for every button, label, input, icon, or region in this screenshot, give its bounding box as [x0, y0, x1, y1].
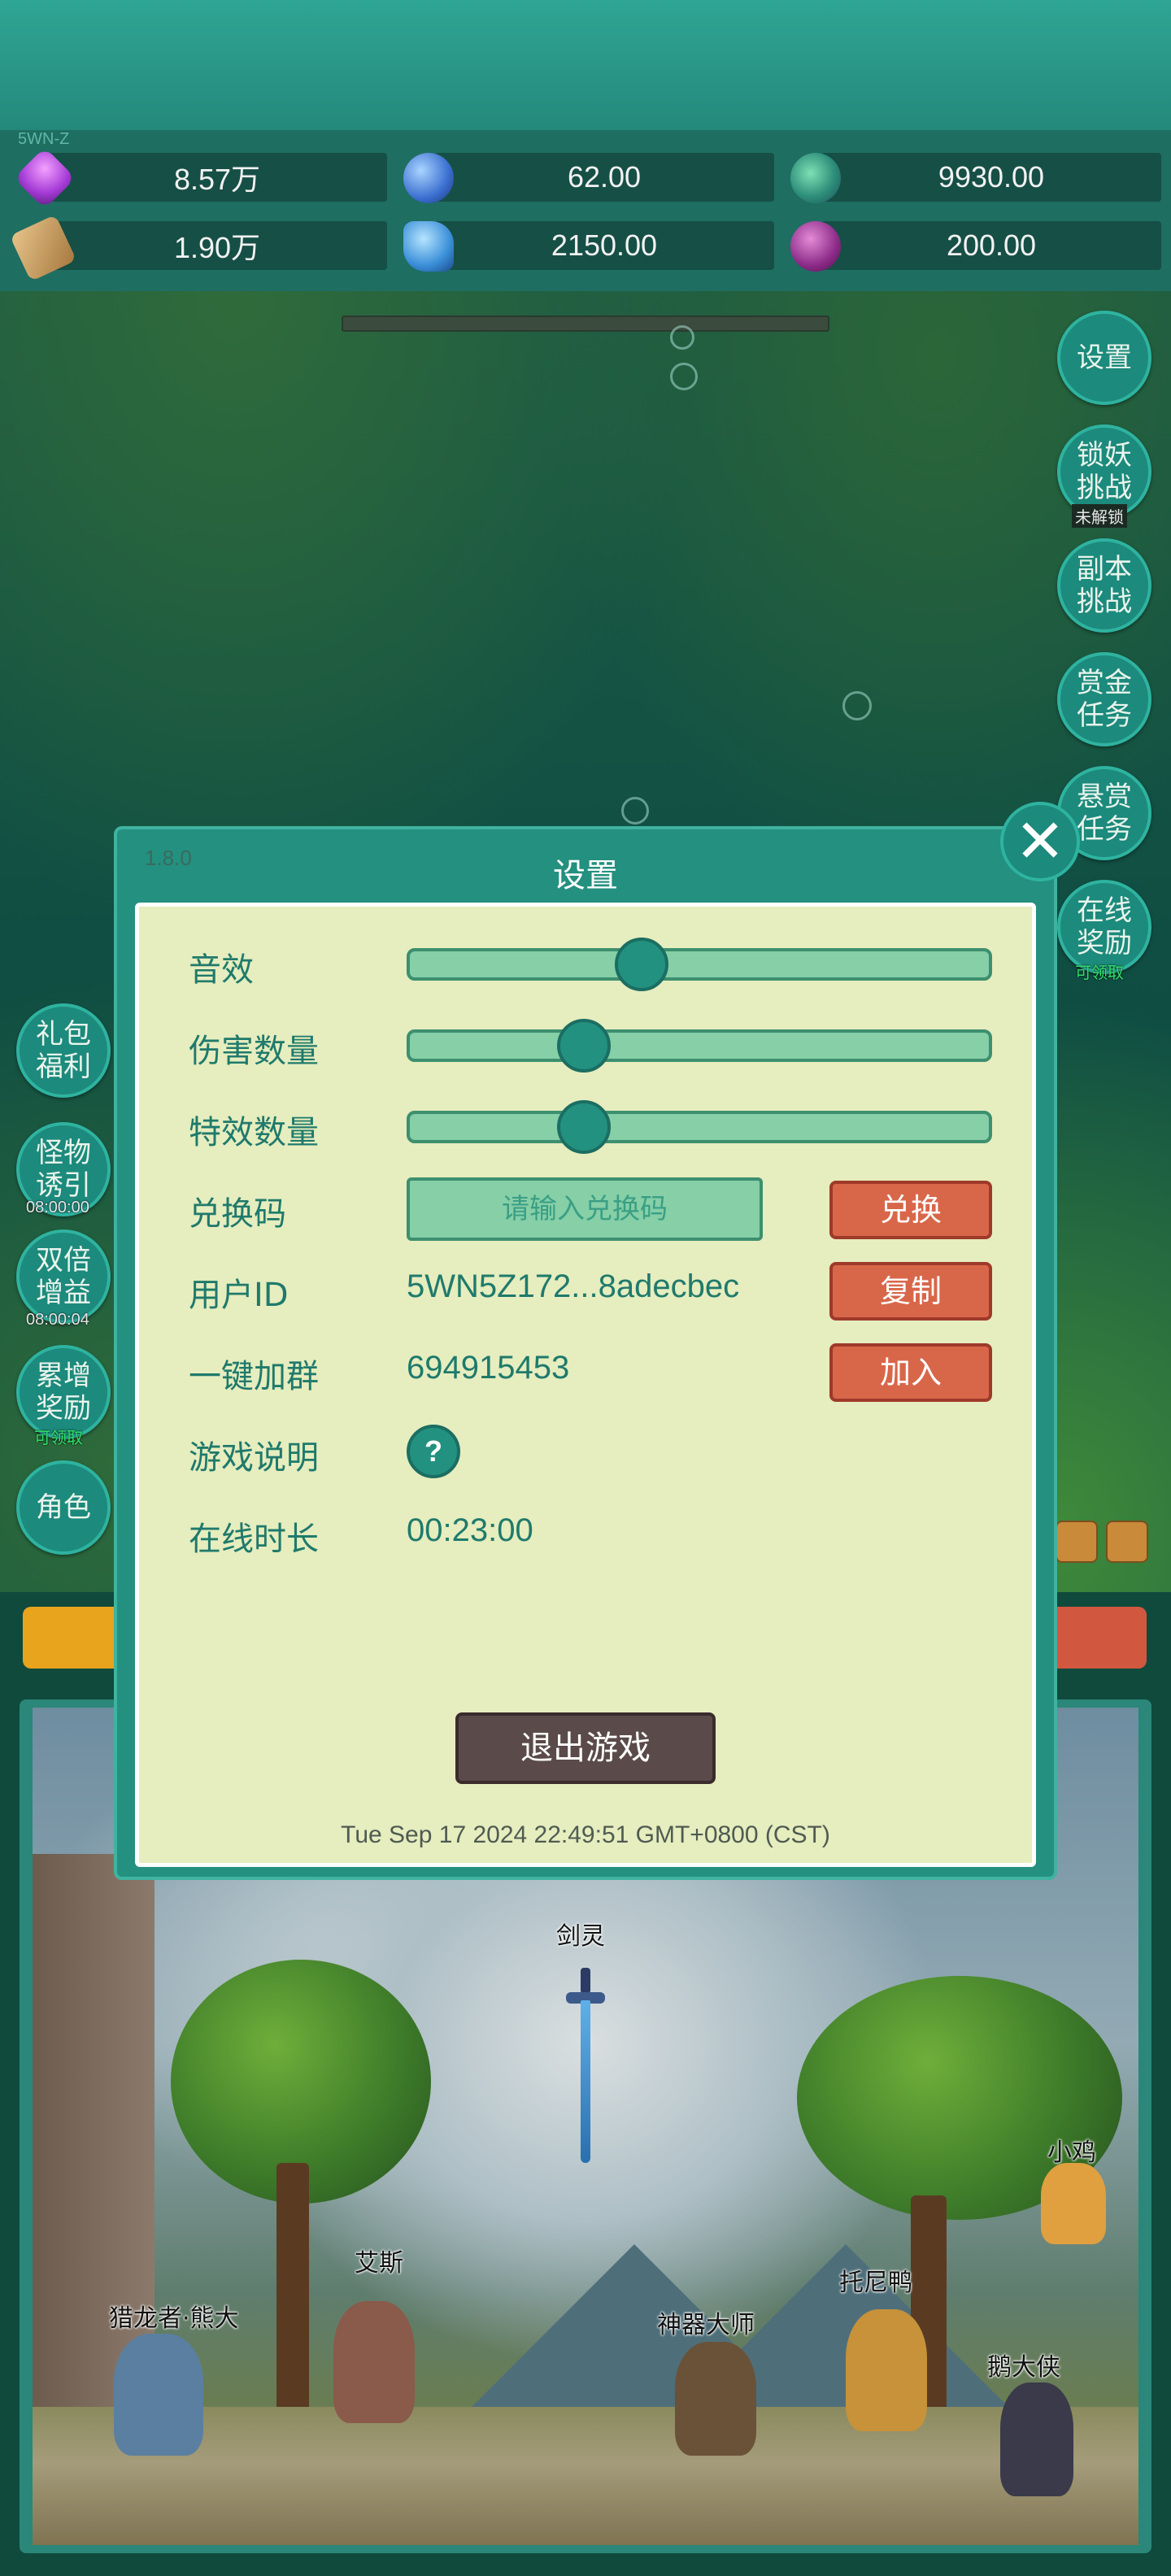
blue-orb-icon — [403, 153, 454, 203]
pet-icon — [1106, 1521, 1148, 1563]
character-label: 鹅大侠 — [987, 2353, 1060, 2382]
bubble — [842, 691, 872, 720]
resource-cell-fruit: 200.00 — [821, 221, 1161, 270]
effects-count-slider-knob[interactable] — [556, 1100, 611, 1154]
effects-count-label: 特效数量 — [189, 1114, 319, 1151]
claimable-badge: 可领取 — [1075, 963, 1124, 982]
damage-count-slider-knob[interactable] — [556, 1019, 611, 1073]
character-label: 小鸡 — [1047, 2139, 1096, 2167]
purple-fruit-icon — [790, 221, 841, 272]
game-guide-label: 游戏说明 — [189, 1439, 319, 1477]
buff-timer: 08:00:04 — [26, 1311, 89, 1329]
sword-hilt — [581, 1968, 590, 1994]
close-button[interactable]: ✕ — [1000, 802, 1080, 881]
sword-spirit-illustration — [566, 1968, 605, 2163]
resource-value: 9930.00 — [938, 160, 1045, 194]
character-button[interactable]: 角色 — [16, 1460, 111, 1555]
group-number: 694915453 — [407, 1350, 570, 1386]
user-id-value: 5WN5Z172...8adecbec — [407, 1268, 740, 1304]
join-button[interactable]: 加入 — [829, 1343, 992, 1402]
bubble — [621, 797, 649, 825]
resource-tag: 5WN-Z — [18, 130, 70, 148]
damage-count-slider[interactable] — [407, 1019, 992, 1073]
online-time-label: 在线时长 — [189, 1521, 319, 1558]
green-globe-icon — [790, 153, 841, 203]
settings-button[interactable]: 设置 — [1057, 311, 1151, 405]
resource-cell-crystal: 2150.00 — [434, 221, 774, 270]
resource-cell-globe: 9930.00 — [821, 153, 1161, 202]
resource-cell-scroll: 1.90万 — [47, 221, 387, 270]
tree-trunk — [276, 2163, 309, 2423]
character-label: 剑灵 — [556, 1922, 605, 1951]
bounty-task-button[interactable]: 赏金 任务 — [1057, 652, 1151, 746]
redeem-button[interactable]: 兑换 — [829, 1181, 992, 1239]
copy-button[interactable]: 复制 — [829, 1262, 992, 1321]
dungeon-challenge-button[interactable]: 副本 挑战 — [1057, 538, 1151, 633]
character-chick[interactable] — [1041, 2163, 1106, 2244]
top-banner — [0, 0, 1171, 130]
gift-welfare-button[interactable]: 礼包 福利 — [16, 1003, 111, 1098]
redeem-code-label: 兑换码 — [189, 1195, 286, 1233]
character-label: 猎龙者·熊大 — [109, 2304, 239, 2333]
resource-value: 2150.00 — [551, 228, 658, 262]
character-label: 托尼鸭 — [839, 2269, 912, 2297]
character-tony-duck[interactable] — [846, 2309, 927, 2431]
timestamp: Tue Sep 17 2024 22:49:51 GMT+0800 (CST) — [341, 1821, 830, 1848]
lure-timer: 08:00:00 — [26, 1199, 89, 1216]
character-goose-hero[interactable] — [1000, 2382, 1073, 2496]
sound-slider-knob[interactable] — [614, 938, 668, 991]
user-id-label: 用户ID — [189, 1277, 289, 1314]
question-icon: ? — [424, 1434, 442, 1468]
character-aisi[interactable] — [333, 2301, 415, 2423]
close-icon: ✕ — [1014, 807, 1065, 877]
red-action-bar[interactable] — [1049, 1607, 1147, 1669]
resource-cell-orb: 62.00 — [434, 153, 774, 202]
exit-game-button[interactable]: 退出游戏 — [455, 1712, 716, 1784]
join-group-label: 一键加群 — [189, 1358, 319, 1395]
character-label: 艾斯 — [355, 2249, 403, 2278]
resource-value: 62.00 — [567, 160, 642, 194]
blue-crystal-icon — [403, 221, 454, 272]
damage-count-label: 伤害数量 — [189, 1033, 319, 1070]
sound-slider[interactable] — [407, 938, 992, 991]
modal-title: 设置 — [553, 857, 618, 894]
resource-cell-gem: 8.57万 — [47, 153, 387, 202]
sound-label: 音效 — [189, 951, 254, 989]
bubble — [670, 363, 698, 390]
effects-count-slider[interactable] — [407, 1100, 992, 1154]
boss-hp-bar — [342, 315, 829, 332]
character-xiongda[interactable] — [114, 2334, 203, 2456]
claimable-badge: 可领取 — [34, 1428, 83, 1447]
bush-icon-row — [1056, 1521, 1161, 1566]
character-artifact-master[interactable] — [675, 2342, 756, 2456]
bubble — [670, 325, 694, 350]
character-label: 神器大师 — [657, 2311, 755, 2339]
resource-value: 200.00 — [946, 228, 1037, 262]
pet-icon — [1056, 1521, 1098, 1563]
resource-value: 1.90万 — [173, 231, 261, 264]
redeem-code-input[interactable] — [407, 1177, 763, 1241]
resource-value: 8.57万 — [173, 163, 261, 196]
double-buff-button[interactable]: 双倍 增益 — [16, 1229, 111, 1324]
online-time-value: 00:23:00 — [407, 1512, 533, 1548]
help-button[interactable]: ? — [407, 1425, 460, 1478]
locked-badge: 未解锁 — [1072, 504, 1127, 528]
sword-blade — [581, 2000, 590, 2163]
